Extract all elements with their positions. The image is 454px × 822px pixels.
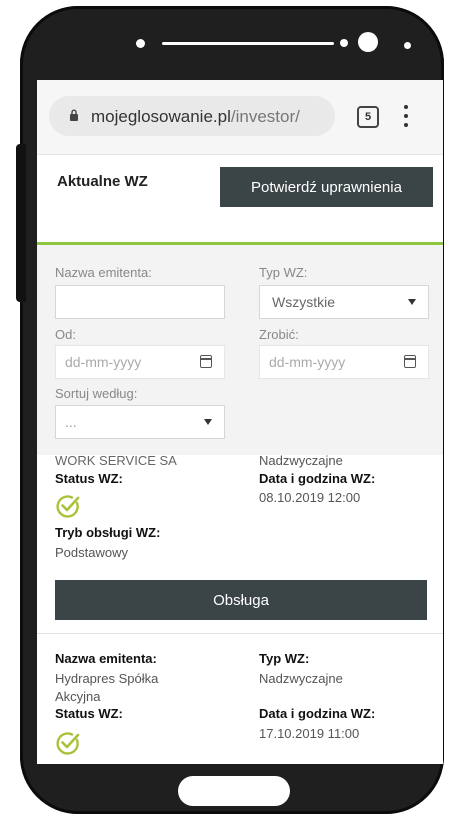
- meeting-type-value: Nadzwyczajne: [259, 671, 343, 686]
- phone-dot-right: [404, 42, 411, 49]
- page-title: Aktualne WZ: [57, 173, 148, 190]
- from-label: Od:: [55, 327, 76, 342]
- filter-panel: Nazwa emitenta: Typ WZ: Wszystkie Od: dd…: [37, 245, 443, 455]
- mode-label: Tryb obsługi WZ:: [55, 525, 161, 540]
- browser-toolbar: mojeglosowanie.pl/investor/ 5: [37, 80, 443, 155]
- date-value: 17.10.2019 11:00: [259, 726, 360, 741]
- mode-value: Podstawowy: [55, 545, 128, 560]
- to-date-placeholder: dd-mm-yyyy: [269, 354, 346, 370]
- sort-select[interactable]: ...: [55, 405, 225, 439]
- issuer-input[interactable]: [55, 285, 225, 319]
- page-header: Aktualne WZ Potwierdź uprawnienia: [37, 155, 443, 241]
- address-bar[interactable]: mojeglosowanie.pl/investor/: [49, 96, 335, 136]
- type-label: Typ WZ:: [259, 265, 308, 280]
- chevron-down-icon: [204, 419, 212, 425]
- meeting-card: WORK SERVICE SA Nadzwyczajne Status WZ: …: [37, 453, 443, 633]
- status-label: Status WZ:: [55, 471, 123, 486]
- type-select-value: Wszystkie: [272, 294, 335, 310]
- phone-side-button: [16, 144, 26, 302]
- date-label: Data i godzina WZ:: [259, 471, 376, 486]
- url-path: /investor/: [230, 107, 300, 126]
- issuer-label: Nazwa emitenta:: [55, 265, 152, 280]
- to-label: Zrobić:: [259, 327, 299, 342]
- issuer-name-line1: Hydrapres Spółka: [55, 671, 159, 686]
- home-button[interactable]: [178, 776, 290, 806]
- issuer-label: Nazwa emitenta:: [55, 651, 157, 666]
- confirm-permissions-button[interactable]: Potwierdź uprawnienia: [220, 167, 433, 207]
- to-date-input[interactable]: dd-mm-yyyy: [259, 345, 429, 379]
- type-label: Typ WZ:: [259, 651, 310, 666]
- meeting-type-value: Nadzwyczajne: [259, 453, 343, 468]
- calendar-icon[interactable]: [404, 355, 416, 368]
- url-domain: mojeglosowanie.pl: [91, 107, 231, 126]
- from-date-input[interactable]: dd-mm-yyyy: [55, 345, 225, 379]
- meeting-card: Nazwa emitenta: Typ WZ: Hydrapres Spółka…: [37, 634, 443, 764]
- date-value: 08.10.2019 12:00: [259, 490, 361, 505]
- status-check-icon: [56, 495, 80, 518]
- from-date-placeholder: dd-mm-yyyy: [65, 354, 142, 370]
- status-label: Status WZ:: [55, 706, 123, 721]
- type-select[interactable]: Wszystkie: [259, 285, 429, 319]
- issuer-name-line2: Akcyjna: [55, 689, 101, 704]
- more-menu-icon[interactable]: [403, 105, 409, 127]
- lock-icon: [70, 109, 78, 121]
- sort-select-value: ...: [65, 414, 77, 430]
- issuer-name: WORK SERVICE SA: [55, 453, 177, 468]
- phone-screen: mojeglosowanie.pl/investor/ 5 Aktualne W…: [37, 80, 443, 764]
- status-check-icon: [56, 732, 80, 755]
- tabs-count-button[interactable]: 5: [357, 106, 379, 128]
- date-label: Data i godzina WZ:: [259, 706, 376, 721]
- sort-label: Sortuj według:: [55, 386, 138, 401]
- phone-camera: [358, 32, 378, 52]
- phone-speaker: [162, 42, 334, 45]
- calendar-icon[interactable]: [200, 355, 212, 368]
- chevron-down-icon: [408, 299, 416, 305]
- phone-dot-mid: [340, 39, 348, 47]
- service-button[interactable]: Obsługa: [55, 580, 427, 620]
- url-text: mojeglosowanie.pl/investor/: [91, 107, 300, 127]
- phone-dot-left: [136, 39, 145, 48]
